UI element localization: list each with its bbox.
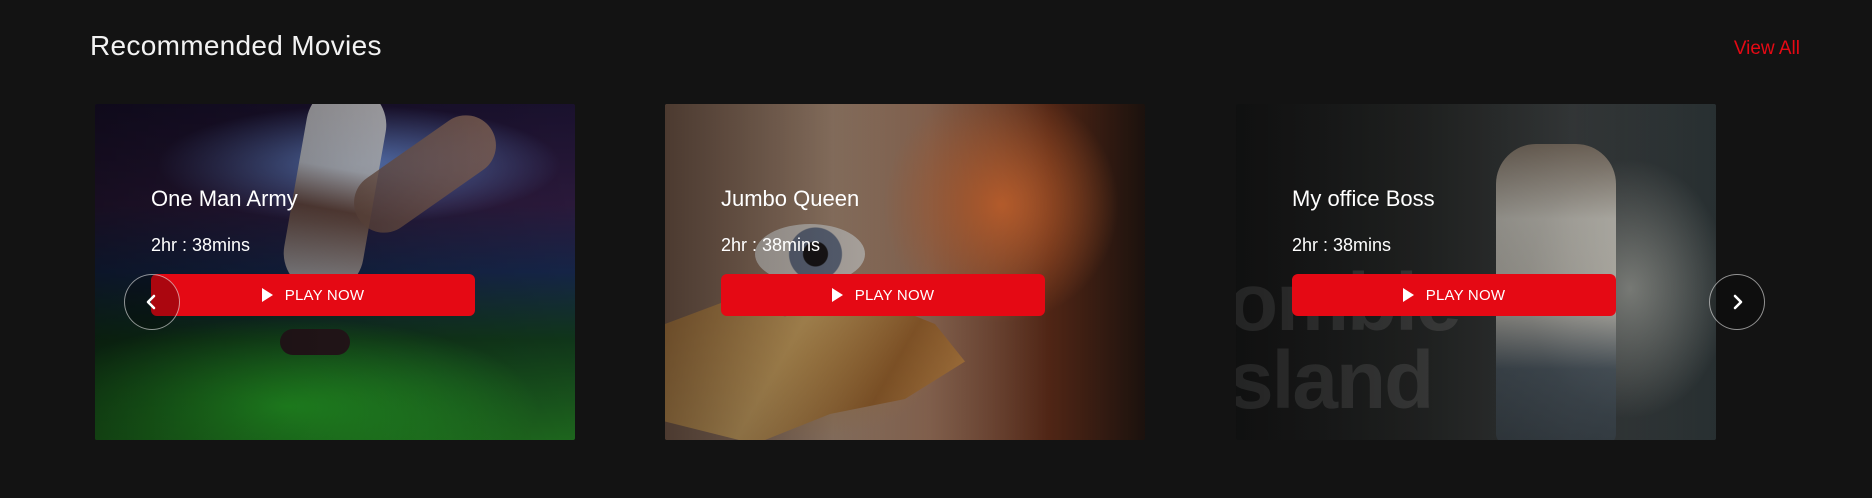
chevron-left-icon — [146, 294, 156, 310]
section-title: Recommended Movies — [90, 30, 382, 61]
play-icon — [831, 288, 843, 302]
play-now-button[interactable]: PLAY NOW — [721, 274, 1045, 316]
movie-title: Jumbo Queen — [721, 186, 860, 211]
movie-duration: 2hr : 38mins — [721, 235, 821, 255]
movie-duration: 2hr : 38mins — [151, 235, 251, 255]
play-icon — [261, 288, 273, 302]
movie-card[interactable]: One Man Army 2hr : 38mins PLAY NOW — [95, 104, 575, 440]
play-now-label: PLAY NOW — [284, 286, 365, 304]
movie-card[interactable]: Jumbo Queen 2hr : 38mins PLAY NOW — [665, 104, 1145, 440]
movie-title: My office Boss — [1292, 186, 1435, 211]
movie-duration: 2hr : 38mins — [1292, 235, 1392, 255]
play-now-button[interactable]: PLAY NOW — [151, 274, 475, 316]
play-icon — [1402, 288, 1414, 302]
movie-title: One Man Army — [151, 186, 298, 211]
recommended-movies-section: Recommended Movies View All One Man Army… — [0, 0, 1872, 498]
movie-card[interactable]: ombiesland My office Boss 2hr : 38mins P… — [1236, 104, 1716, 440]
carousel-next-button[interactable] — [1709, 274, 1765, 330]
play-now-label: PLAY NOW — [1425, 286, 1506, 304]
play-now-button[interactable]: PLAY NOW — [1292, 274, 1616, 316]
view-all-link[interactable]: View All — [1734, 38, 1800, 60]
play-now-label: PLAY NOW — [854, 286, 935, 304]
chevron-right-icon — [1733, 294, 1743, 310]
carousel-prev-button[interactable] — [124, 274, 180, 330]
